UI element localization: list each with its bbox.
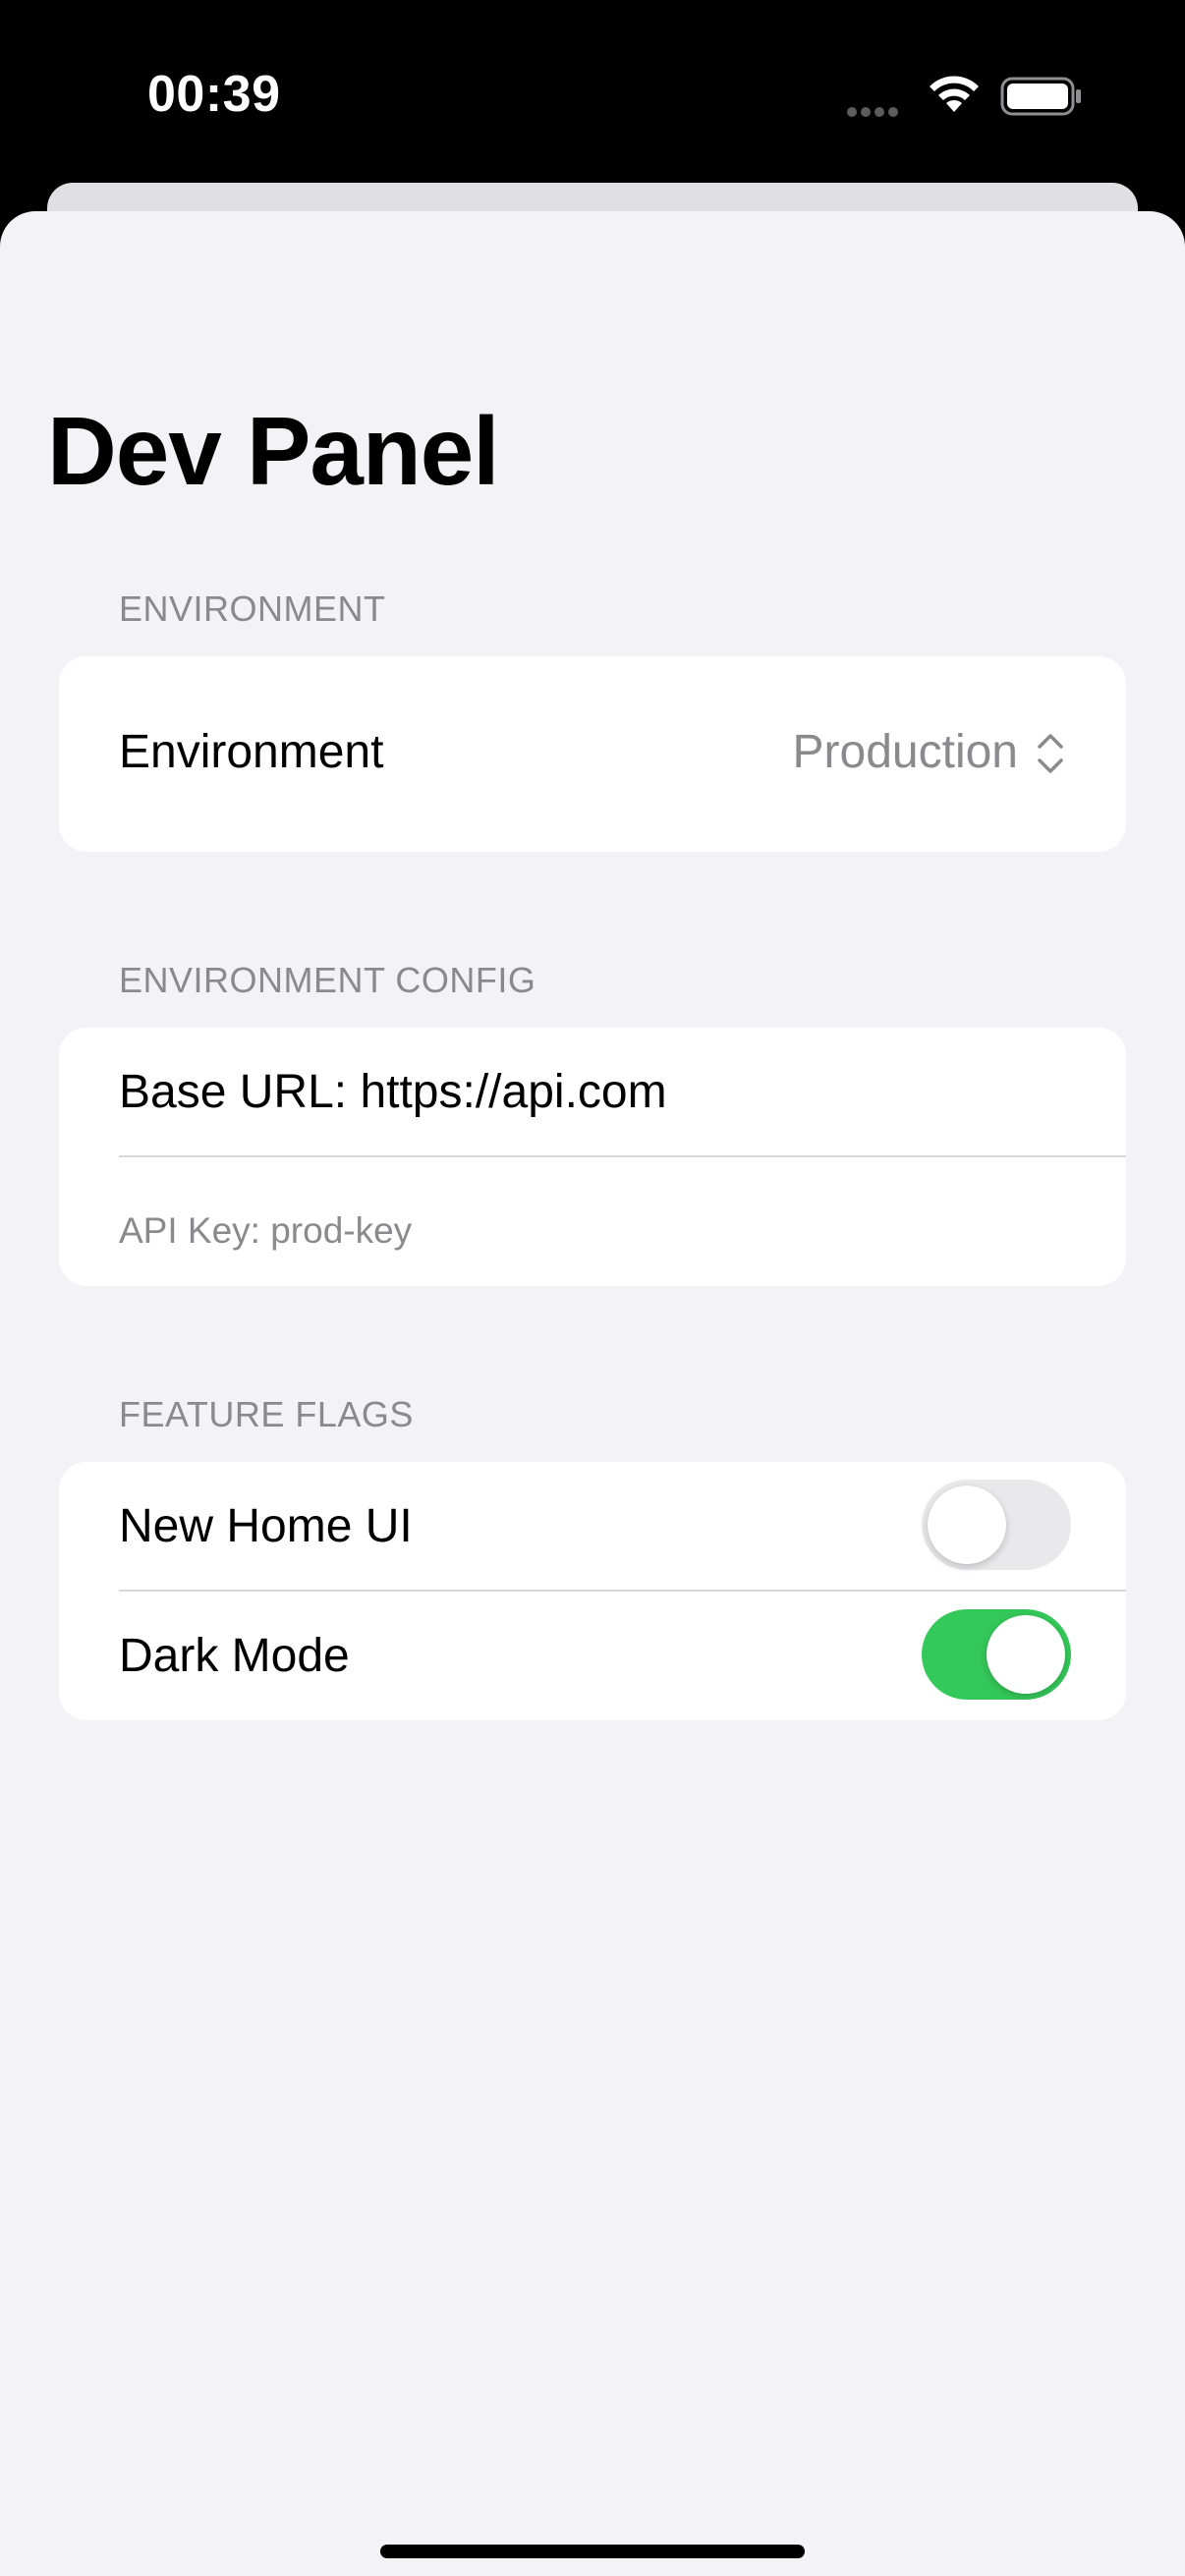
toggle-knob	[928, 1485, 1006, 1564]
flag-label-dark-mode: Dark Mode	[119, 1630, 350, 1682]
section-header-environment: ENVIRONMENT	[119, 588, 386, 629]
screen: 00:39 Dev Panel ENVIRONMENT Environment …	[0, 0, 1185, 2576]
api-key-text: API Key: prod-key	[119, 1210, 413, 1251]
toggle-new-home-ui[interactable]	[922, 1480, 1071, 1570]
toggle-dark-mode[interactable]	[922, 1609, 1071, 1700]
divider	[119, 1590, 1126, 1592]
environment-row-label: Environment	[119, 726, 384, 778]
environment-config-card: Base URL: https://api.com API Key: prod-…	[59, 1028, 1126, 1286]
environment-card: Environment Production	[59, 656, 1126, 852]
status-icons	[847, 71, 1083, 120]
feature-flags-card: New Home UI Dark Mode	[59, 1462, 1126, 1720]
flag-label-new-home-ui: New Home UI	[119, 1500, 413, 1552]
home-indicator[interactable]	[380, 2545, 805, 2558]
environment-picker-value: Production	[792, 726, 1018, 778]
chevron-up-down-icon	[1038, 734, 1063, 773]
toggle-knob	[987, 1615, 1065, 1694]
battery-icon	[1000, 77, 1081, 116]
dev-panel-sheet: Dev Panel ENVIRONMENT Environment Produc…	[0, 211, 1185, 2576]
section-header-environment-config: ENVIRONMENT CONFIG	[119, 960, 536, 1000]
environment-picker[interactable]: Production	[649, 656, 1126, 852]
page-title: Dev Panel	[47, 397, 499, 505]
cellular-dots-icon	[847, 104, 902, 122]
section-header-feature-flags: FEATURE FLAGS	[119, 1394, 414, 1434]
wifi-icon	[930, 76, 979, 112]
divider	[119, 1155, 1126, 1157]
base-url-text: Base URL: https://api.com	[119, 1066, 667, 1118]
status-time: 00:39	[147, 66, 281, 123]
